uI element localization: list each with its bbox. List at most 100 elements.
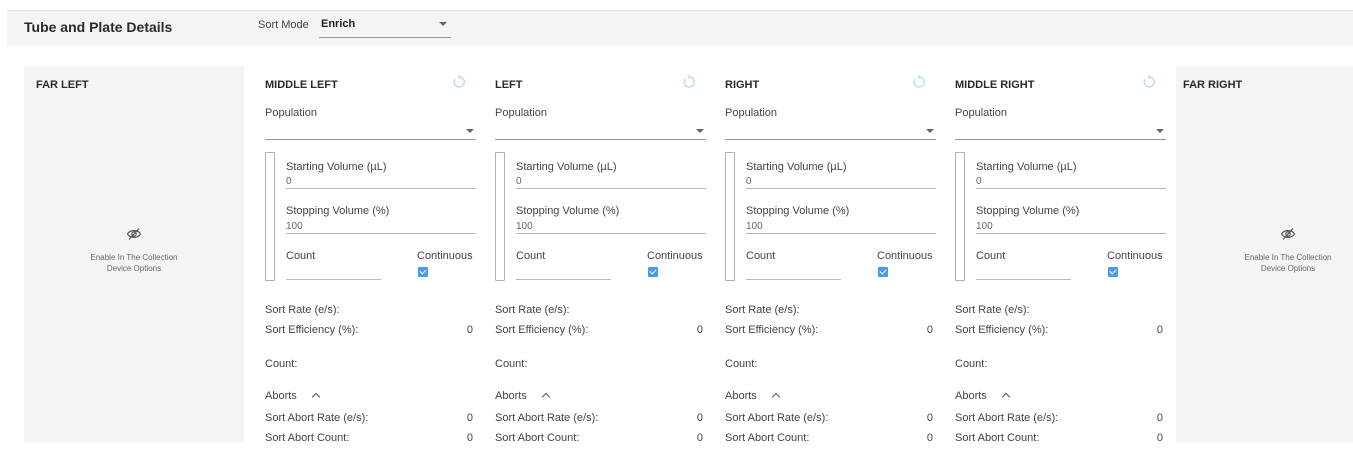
- header-strip: [7, 10, 1353, 46]
- collection-panel-middle-left: MIDDLE LEFT Population Starting Volume (…: [247, 66, 476, 444]
- count-underline: [976, 279, 1071, 280]
- enable-message-line1: Enable In The Collection: [1244, 253, 1332, 262]
- aborts-toggle[interactable]: Aborts: [265, 390, 321, 402]
- continuous-label: Continuous: [1107, 250, 1163, 262]
- sort-efficiency-label: Sort Efficiency (%):: [265, 324, 359, 336]
- chevron-up-icon: [311, 392, 321, 402]
- population-select[interactable]: [495, 122, 706, 140]
- stopping-volume-label: Stopping Volume (%): [746, 205, 850, 217]
- sort-mode-select[interactable]: Enrich: [319, 14, 451, 38]
- stopping-volume-label: Stopping Volume (%): [516, 205, 620, 217]
- sort-abort-count-value: 0: [466, 432, 473, 444]
- far-left-enable-message: Enable In The Collection Device Options: [64, 252, 204, 274]
- count-underline: [516, 279, 611, 280]
- count-stat-label: Count:: [725, 358, 758, 370]
- sort-abort-count-value: 0: [1156, 432, 1163, 444]
- chevron-down-icon: [696, 129, 704, 133]
- continuous-label: Continuous: [417, 250, 473, 262]
- aborts-label: Aborts: [265, 390, 297, 402]
- panel-title: LEFT: [495, 79, 523, 91]
- sort-mode-value: Enrich: [321, 18, 356, 30]
- chevron-up-icon: [541, 392, 551, 402]
- aborts-toggle[interactable]: Aborts: [955, 390, 1011, 402]
- starting-volume-underline: [516, 188, 706, 189]
- sort-efficiency-value: 0: [926, 324, 933, 336]
- sort-efficiency-label: Sort Efficiency (%):: [495, 324, 589, 336]
- collection-panel-middle-right: MIDDLE RIGHT Population Starting Volume …: [937, 66, 1166, 444]
- stopping-volume-input[interactable]: 100: [516, 221, 533, 232]
- count-underline: [286, 279, 381, 280]
- continuous-checkbox[interactable]: [418, 267, 428, 277]
- far-left-title: FAR LEFT: [36, 79, 89, 91]
- population-label: Population: [725, 107, 777, 119]
- sort-abort-rate-value: 0: [466, 412, 473, 424]
- aborts-label: Aborts: [955, 390, 987, 402]
- stopping-volume-underline: [516, 233, 706, 234]
- far-right-enable-message: Enable In The Collection Device Options: [1218, 252, 1353, 274]
- panel-title: MIDDLE LEFT: [265, 79, 338, 91]
- starting-volume-underline: [976, 188, 1166, 189]
- count-label: Count: [516, 250, 546, 262]
- stopping-volume-label: Stopping Volume (%): [976, 205, 1080, 217]
- refresh-icon[interactable]: [1142, 75, 1156, 89]
- refresh-icon[interactable]: [452, 75, 466, 89]
- sort-efficiency-value: 0: [1156, 324, 1163, 336]
- starting-volume-label: Starting Volume (µL): [976, 161, 1077, 173]
- starting-volume-input[interactable]: 0: [516, 176, 522, 187]
- eye-off-icon: [126, 228, 142, 240]
- stopping-volume-underline: [286, 233, 476, 234]
- starting-volume-label: Starting Volume (µL): [286, 161, 387, 173]
- stopping-volume-underline: [976, 233, 1166, 234]
- sort-abort-count-value: 0: [926, 432, 933, 444]
- sort-abort-rate-value: 0: [696, 412, 703, 424]
- starting-volume-underline: [746, 188, 936, 189]
- population-select[interactable]: [265, 122, 476, 140]
- volume-group-bracket: [265, 152, 275, 281]
- starting-volume-input[interactable]: 0: [746, 176, 752, 187]
- sort-rate-label: Sort Rate (e/s):: [265, 304, 340, 316]
- aborts-label: Aborts: [495, 390, 527, 402]
- volume-group-bracket: [495, 152, 505, 281]
- population-label: Population: [495, 107, 547, 119]
- sort-efficiency-value: 0: [696, 324, 703, 336]
- population-label: Population: [265, 107, 317, 119]
- stopping-volume-input[interactable]: 100: [286, 221, 303, 232]
- sort-abort-count-label: Sort Abort Count:: [265, 432, 350, 444]
- count-stat-label: Count:: [955, 358, 988, 370]
- far-right-title: FAR RIGHT: [1183, 79, 1243, 91]
- enable-message-line2: Device Options: [106, 264, 162, 273]
- refresh-icon[interactable]: [682, 75, 696, 89]
- aborts-label: Aborts: [725, 390, 757, 402]
- sort-mode-label: Sort Mode: [258, 19, 309, 31]
- sort-rate-label: Sort Rate (e/s):: [495, 304, 570, 316]
- stopping-volume-input[interactable]: 100: [746, 221, 763, 232]
- continuous-checkbox[interactable]: [648, 267, 658, 277]
- count-stat-label: Count:: [265, 358, 298, 370]
- page-title: Tube and Plate Details: [24, 19, 173, 35]
- starting-volume-label: Starting Volume (µL): [516, 161, 617, 173]
- starting-volume-label: Starting Volume (µL): [746, 161, 847, 173]
- stopping-volume-label: Stopping Volume (%): [286, 205, 390, 217]
- volume-group-bracket: [725, 152, 735, 281]
- starting-volume-input[interactable]: 0: [976, 176, 982, 187]
- sort-abort-rate-value: 0: [926, 412, 933, 424]
- continuous-checkbox[interactable]: [1108, 267, 1118, 277]
- chevron-down-icon: [1156, 129, 1164, 133]
- stopping-volume-input[interactable]: 100: [976, 221, 993, 232]
- chevron-up-icon: [1001, 392, 1011, 402]
- aborts-toggle[interactable]: Aborts: [495, 390, 551, 402]
- sort-rate-label: Sort Rate (e/s):: [725, 304, 800, 316]
- population-select[interactable]: [725, 122, 936, 140]
- refresh-icon[interactable]: [912, 75, 926, 89]
- aborts-toggle[interactable]: Aborts: [725, 390, 781, 402]
- count-label: Count: [976, 250, 1006, 262]
- continuous-checkbox[interactable]: [878, 267, 888, 277]
- sort-abort-rate-value: 0: [1156, 412, 1163, 424]
- population-select[interactable]: [955, 122, 1166, 140]
- header-bar: Tube and Plate Details Sort Mode Enrich: [0, 0, 1353, 46]
- starting-volume-input[interactable]: 0: [286, 176, 292, 187]
- sort-efficiency-label: Sort Efficiency (%):: [955, 324, 1049, 336]
- sort-abort-rate-label: Sort Abort Rate (e/s):: [955, 412, 1059, 424]
- sort-abort-count-value: 0: [696, 432, 703, 444]
- sort-abort-rate-label: Sort Abort Rate (e/s):: [725, 412, 829, 424]
